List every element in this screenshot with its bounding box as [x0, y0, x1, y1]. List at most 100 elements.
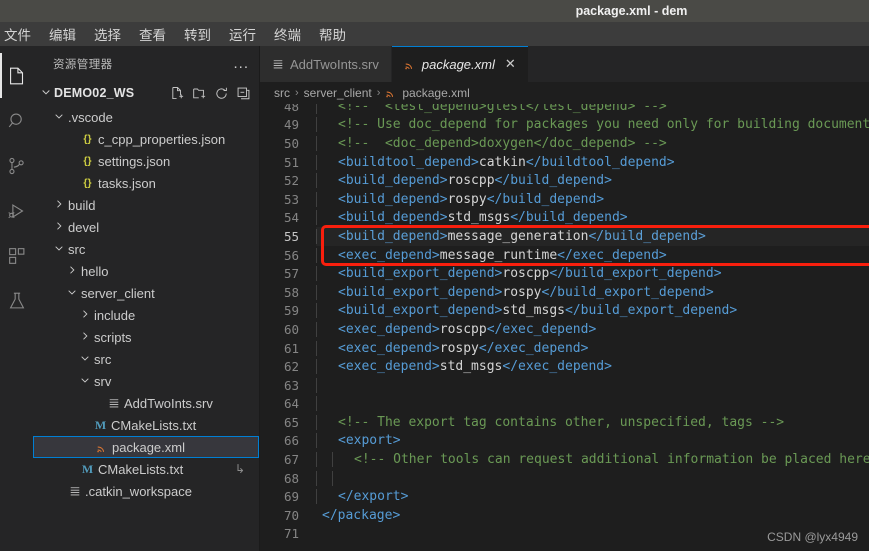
code-line-text[interactable]: <!-- <test_depend>gtest</test_depend> --…	[316, 104, 869, 114]
xml-file-icon	[404, 58, 416, 70]
editor-tab-1[interactable]: package.xml ✕	[391, 46, 529, 82]
tree-item[interactable]: {} tasks.json	[33, 172, 259, 194]
code-line-text[interactable]: <!-- <doc_depend>doxygen</doc_depend> --…	[316, 135, 869, 151]
menu-item-7[interactable]: 帮助	[310, 22, 355, 46]
run-debug-icon[interactable]	[0, 188, 33, 233]
source-control-icon[interactable]	[0, 143, 33, 188]
code-line-text[interactable]: <!-- Use doc_depend for packages you nee…	[316, 117, 869, 133]
code-line-text[interactable]	[316, 377, 869, 393]
json-file-icon: {}	[83, 155, 92, 167]
menu-item-5[interactable]: 运行	[220, 22, 265, 46]
code-line: 60 <exec_depend>roscpp</exec_depend>	[260, 320, 869, 339]
code-line-text[interactable]: <exec_depend>std_msgs</exec_depend>	[316, 359, 869, 375]
chevron-down-icon[interactable]	[78, 375, 92, 388]
new-file-icon[interactable]	[170, 86, 185, 101]
refresh-icon[interactable]	[214, 86, 229, 101]
tree-item[interactable]: srv	[33, 370, 259, 392]
code-token-tag: </exec_depend>	[486, 321, 597, 337]
code-line-text[interactable]: <build_depend>std_msgs</build_depend>	[316, 210, 869, 226]
code-line-text[interactable]: <exec_depend>rospy</exec_depend>	[316, 340, 869, 356]
chevron-right-icon[interactable]	[52, 221, 66, 234]
code-editor[interactable]: 48 <!-- <test_depend>gtest</test_depend> …	[260, 104, 869, 551]
code-line-text[interactable]: </package>	[316, 508, 869, 523]
code-token-tag: </buildtool_depend>	[525, 154, 675, 170]
code-line-text[interactable]: <buildtool_depend>catkin</buildtool_depe…	[316, 154, 869, 170]
testing-icon[interactable]	[0, 278, 33, 323]
xml-file-icon	[385, 86, 397, 101]
code-line-text[interactable]: <build_depend>rospy</build_depend>	[316, 191, 869, 207]
explorer-title: 资源管理器	[53, 58, 113, 71]
tree-item-label: .catkin_workspace	[85, 483, 192, 499]
tree-item-label: package.xml	[112, 439, 185, 455]
close-icon[interactable]: ✕	[505, 56, 516, 72]
code-line-text[interactable]: <exec_depend>roscpp</exec_depend>	[316, 321, 869, 337]
menu-item-4[interactable]: 转到	[175, 22, 220, 46]
chevron-down-icon[interactable]	[65, 287, 79, 300]
editor-tab-0[interactable]: AddTwoInts.srv	[260, 46, 392, 82]
tree-item[interactable]: AddTwoInts.srv	[33, 392, 259, 414]
tree-item[interactable]: src	[33, 238, 259, 260]
workspace-root-row[interactable]: DEMO02_WS	[33, 81, 259, 105]
tree-item[interactable]: include	[33, 304, 259, 326]
tree-item-label: srv	[94, 373, 112, 389]
indent-guide	[316, 433, 317, 449]
chevron-down-icon[interactable]	[38, 84, 54, 102]
tree-item[interactable]: {} c_cpp_properties.json	[33, 128, 259, 150]
tree-item[interactable]: build	[33, 194, 259, 216]
menu-item-6[interactable]: 终端	[265, 22, 310, 46]
code-tokens: <export>	[338, 433, 401, 448]
breadcrumb-item[interactable]: server_client	[304, 86, 372, 100]
code-line-text[interactable]: <build_depend>roscpp</build_depend>	[316, 173, 869, 189]
tree-item[interactable]: .vscode	[33, 106, 259, 128]
menu-item-3[interactable]: 查看	[130, 22, 175, 46]
chevron-right-icon[interactable]	[78, 309, 92, 322]
code-line-text[interactable]: <build_export_depend>roscpp</build_expor…	[316, 266, 869, 282]
extensions-icon[interactable]	[0, 233, 33, 278]
tree-item[interactable]: M CMakeLists.txt	[33, 414, 259, 436]
code-line-text[interactable]: <!-- Other tools can request additional …	[316, 452, 869, 468]
chevron-down-icon[interactable]	[52, 111, 66, 124]
tree-item[interactable]: devel	[33, 216, 259, 238]
tree-item-selected[interactable]: package.xml	[33, 436, 259, 458]
code-token-txt: std_msgs	[447, 210, 511, 226]
tree-item[interactable]: M CMakeLists.txt ↳	[33, 458, 259, 480]
explorer-more-actions-button[interactable]: ...	[233, 56, 249, 71]
code-line-text[interactable]	[316, 470, 869, 486]
code-line-text[interactable]: <!-- The export tag contains other, unsp…	[316, 414, 869, 430]
menu-item-2[interactable]: 选择	[85, 22, 130, 46]
menu-item-0[interactable]: 文件	[0, 22, 40, 46]
tree-item[interactable]: src	[33, 348, 259, 370]
code-line-text[interactable]: <build_export_depend>std_msgs</build_exp…	[316, 303, 869, 319]
breadcrumb-item[interactable]: src	[274, 86, 290, 100]
chevron-down-icon[interactable]	[52, 243, 66, 256]
code-token-tag: </build_export_depend>	[565, 303, 738, 319]
code-token-tag: </exec_depend>	[478, 340, 589, 356]
text-file-icon	[66, 485, 83, 497]
code-line-text[interactable]: <build_depend>message_generation</build_…	[316, 228, 869, 244]
tree-item[interactable]: hello	[33, 260, 259, 282]
explorer-icon[interactable]	[0, 53, 33, 98]
tree-item[interactable]: .catkin_workspace	[33, 480, 259, 502]
tree-item-label: src	[68, 241, 86, 257]
code-line-text[interactable]: </export>	[316, 489, 869, 505]
code-line-text[interactable]	[316, 396, 869, 412]
menu-item-1[interactable]: 编辑	[40, 22, 85, 46]
collapse-all-icon[interactable]	[236, 86, 251, 101]
line-number: 56	[283, 247, 299, 263]
search-icon[interactable]	[0, 98, 33, 143]
code-tokens: <exec_depend>roscpp</exec_depend>	[338, 322, 596, 337]
code-line: 68	[260, 469, 869, 488]
tree-item[interactable]: scripts	[33, 326, 259, 348]
tree-item[interactable]: server_client	[33, 282, 259, 304]
code-line-text[interactable]: <exec_depend>message_runtime</exec_depen…	[316, 247, 869, 263]
code-line-text[interactable]: <build_export_depend>rospy</build_export…	[316, 284, 869, 300]
chevron-right-icon[interactable]	[78, 331, 92, 344]
chevron-right-icon[interactable]	[52, 199, 66, 212]
tree-item[interactable]: {} settings.json	[33, 150, 259, 172]
chevron-right-icon[interactable]	[65, 265, 79, 278]
breadcrumb-item[interactable]: package.xml	[402, 86, 469, 100]
chevron-down-icon[interactable]	[78, 353, 92, 366]
code-line-text[interactable]: <export>	[316, 433, 869, 449]
code-token-tag: </build_export_depend>	[541, 284, 714, 300]
new-folder-icon[interactable]	[192, 86, 207, 101]
